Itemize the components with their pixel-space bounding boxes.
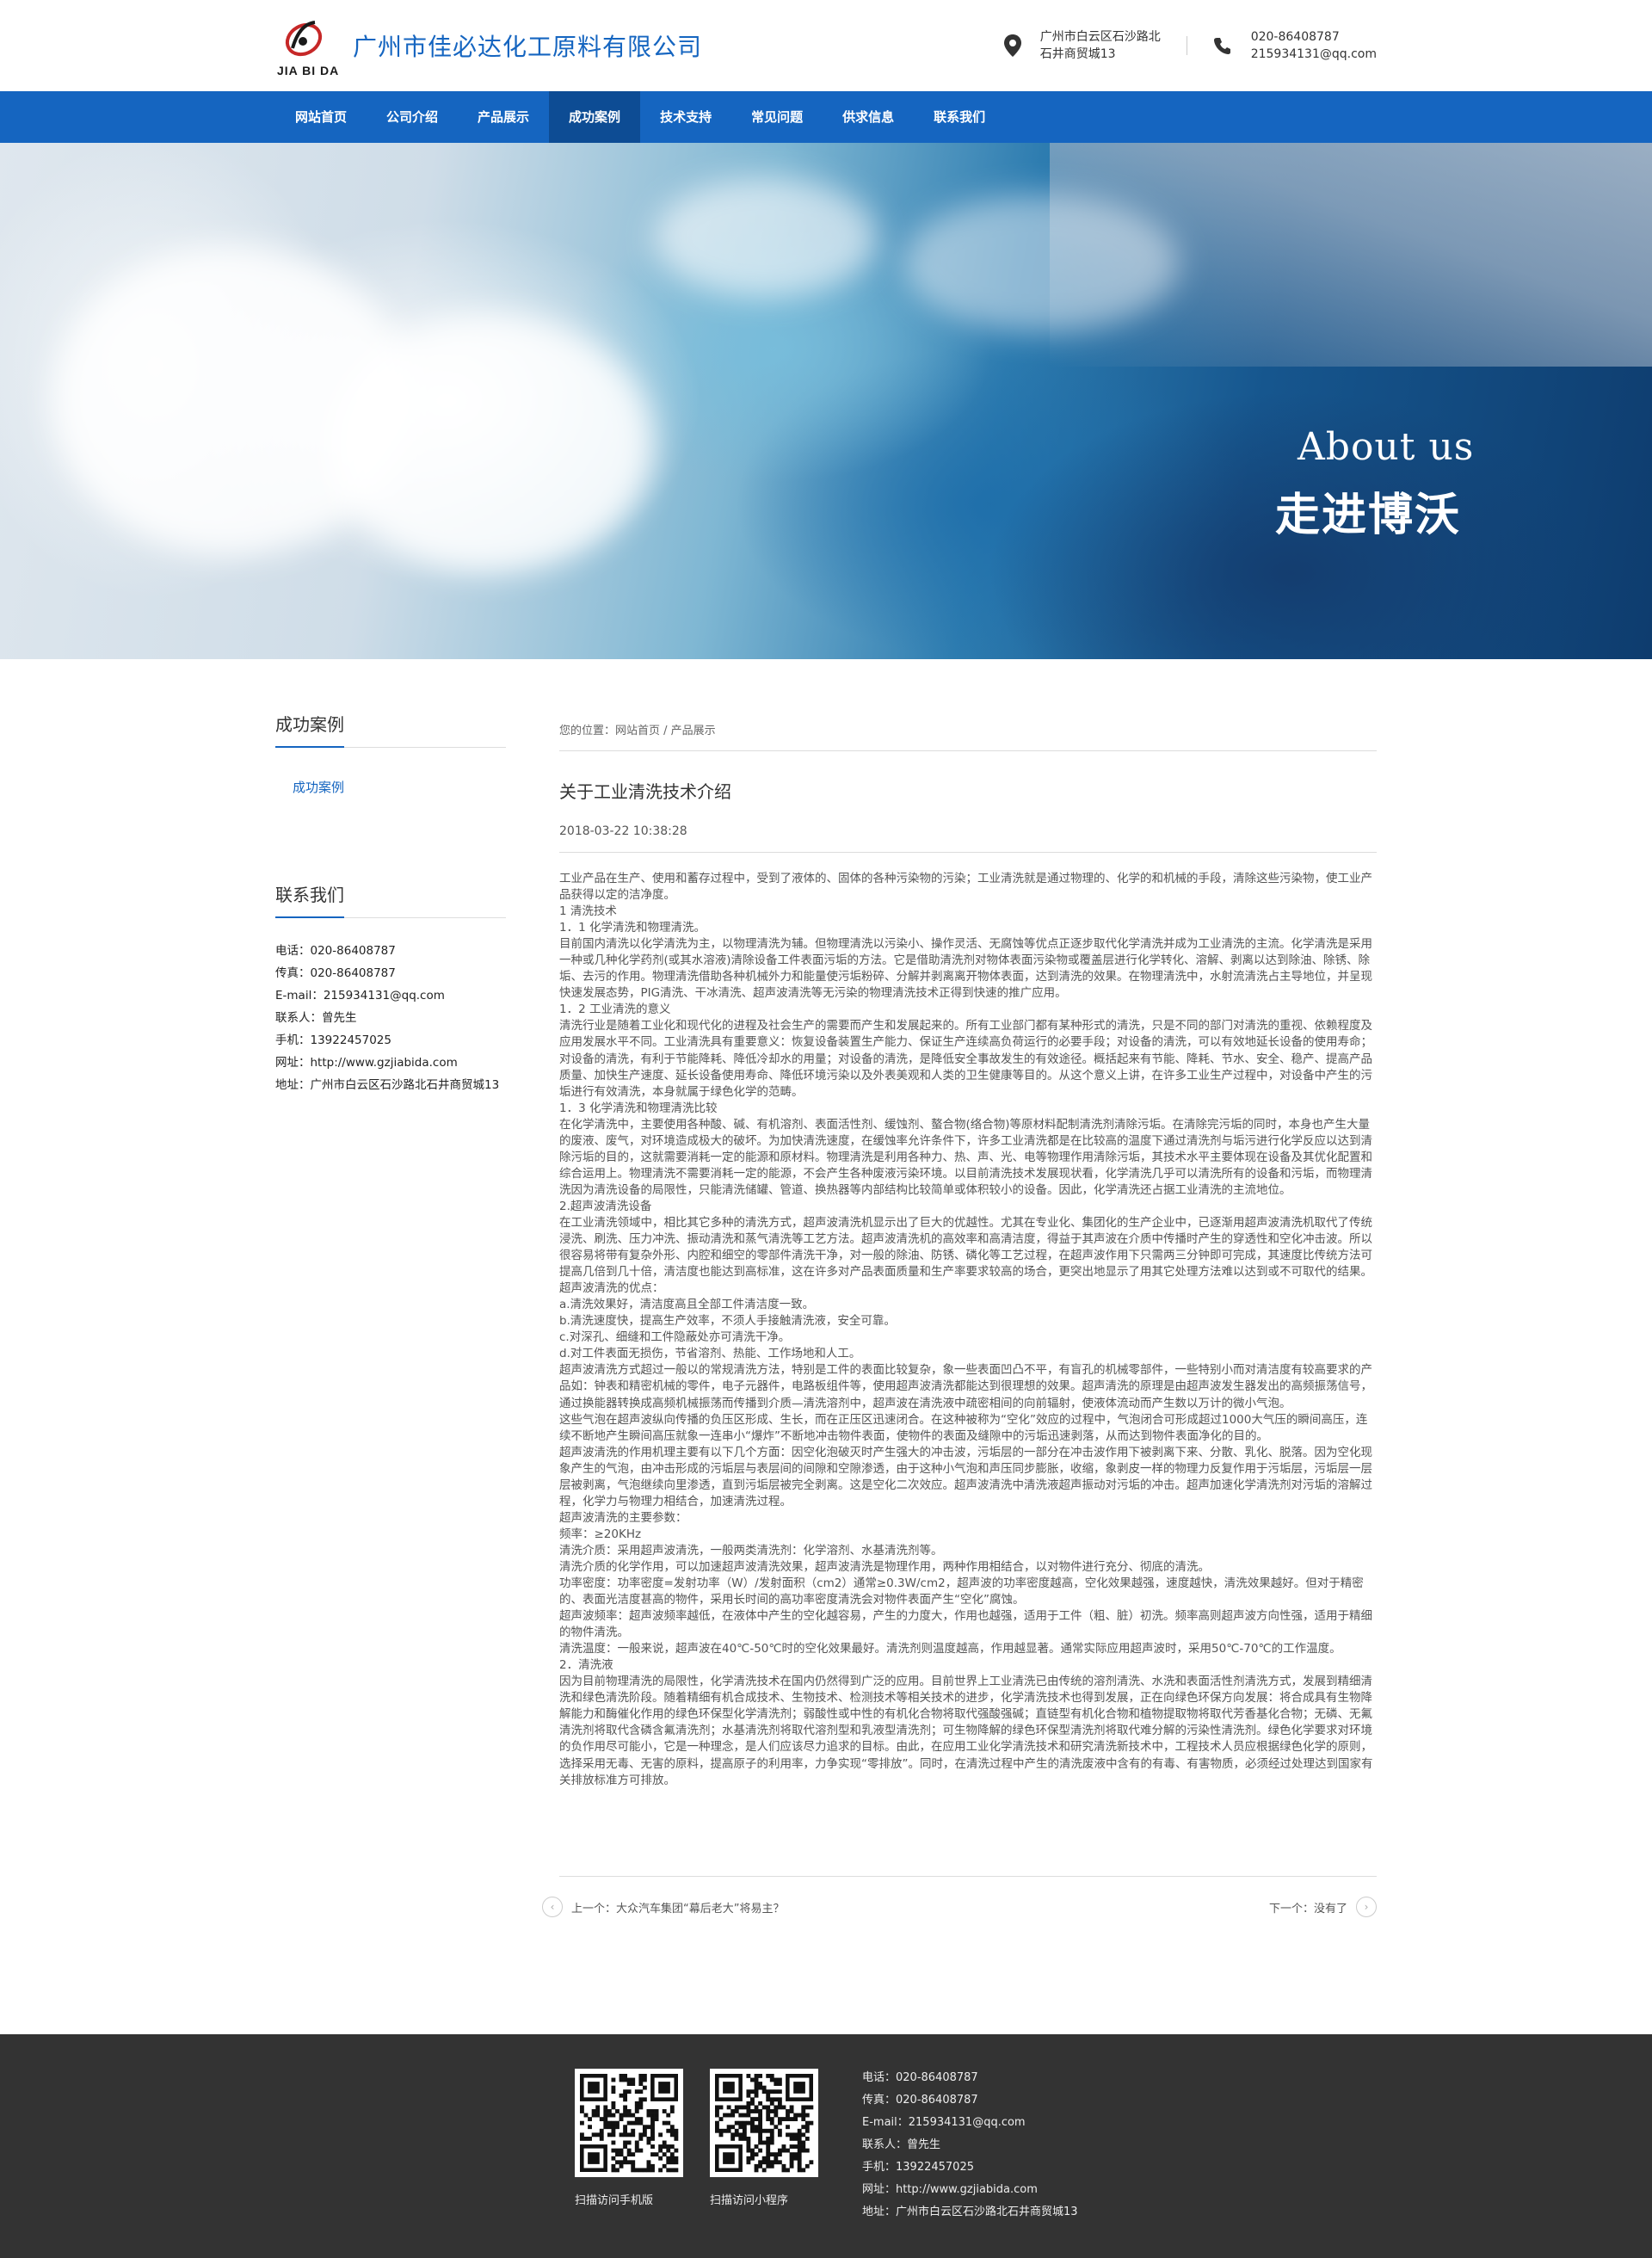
article-paragraph: 1 清洗技术 <box>559 904 617 919</box>
article-divider <box>559 852 1377 853</box>
nav-item-contact[interactable]: 联系我们 <box>914 91 1005 143</box>
address-line2: 石井商贸城13 <box>1039 47 1116 61</box>
nav-item-about[interactable]: 公司介绍 <box>367 91 458 143</box>
article-paragraph: 这些气泡在超声波纵向传播的负压区形成、生长，而在正压区迅速闭合。在这种被称为“空… <box>559 1412 1368 1443</box>
article-paragraph: 频率：≥20KHz <box>559 1527 642 1541</box>
footer-address: 地址：广州市白云区石沙路北石井商贸城13 <box>862 2206 1078 2218</box>
company-name: 广州市佳必达化工原料有限公司 <box>353 33 703 61</box>
sidebar-divider <box>275 746 506 748</box>
article-paragraph: 功率密度：功率密度=发射功率（W）/发射面积（cm2）通常≥0.3W/cm2，超… <box>559 1576 1364 1607</box>
header-email[interactable]: 215934131@qq.com <box>1251 46 1377 63</box>
qr-code-icon <box>575 2069 683 2177</box>
sidebar-item-cases[interactable]: 成功案例 <box>293 778 344 796</box>
chevron-left-icon: ‹ <box>542 1897 563 1917</box>
breadcrumb[interactable]: 您的位置：网站首页 / 产品展示 <box>559 721 716 737</box>
article-paragraph: 2．清洗液 <box>559 1658 613 1673</box>
company-logo[interactable]: JIA BI DA <box>275 7 353 84</box>
chevron-right-icon: › <box>1356 1897 1377 1917</box>
next-article-link[interactable]: 下一个：没有了 › <box>1269 1897 1377 1917</box>
article-paragraph: 超声波清洗的优点： <box>559 1281 664 1296</box>
contact-title: 联系我们 <box>275 885 344 905</box>
footer-email: E-mail：215934131@qq.com <box>862 2116 1026 2129</box>
banner-foam <box>903 194 1179 332</box>
next-article-label: 下一个：没有了 <box>1268 1902 1347 1916</box>
breadcrumb-divider <box>559 750 1377 751</box>
footer-contact: 电话：020-86408787 传真：020-86408787 E-mail：2… <box>862 2067 1078 2224</box>
contact-mobile: 手机：13922457025 <box>275 1033 391 1047</box>
footer-person: 联系人：曾先生 <box>862 2138 941 2151</box>
article-paragraph: 在工业清洗领域中，相比其它多种的清洗方式，超声波清洗机显示出了巨大的优越性。尤其… <box>559 1215 1372 1280</box>
article-paragraph: 超声波清洗的作用机理主要有以下几个方面：因空化泡破灭时产生强大的冲击波，污垢层的… <box>559 1445 1372 1508</box>
main-nav: 网站首页 公司介绍 产品展示 成功案例 技术支持 常见问题 供求信息 联系我们 <box>0 91 1652 143</box>
prev-article-label: 上一个：大众汽车集团“幕后老大”将易主？ <box>571 1902 785 1916</box>
article-paragraph: 清洗介质：采用超声波清洗，一般两类清洗剂：化学溶剂、水基清洗剂等。 <box>559 1543 943 1558</box>
article-paragraph: b.清洗速度快，提高生产效率，不须人手接触清洗液，安全可靠。 <box>559 1314 896 1329</box>
contact-email: E-mail：215934131@qq.com <box>275 989 445 1003</box>
header-address: 广州市白云区石沙路北 石井商贸城13 <box>1002 28 1161 63</box>
header-phone: 020-86408787 <box>1250 30 1340 44</box>
banner-title-cn: 走进博沃 <box>1275 490 1462 541</box>
article-paragraph: 在化学清洗中，主要使用各种酸、碱、有机溶剂、表面活性剂、缓蚀剂、螯合物(络合物)… <box>559 1117 1372 1197</box>
prev-article-link[interactable]: ‹ 上一个：大众汽车集团“幕后老大”将易主？ <box>542 1897 784 1917</box>
nav-item-supply[interactable]: 供求信息 <box>823 91 914 143</box>
header-contact: 020-86408787 215934131@qq.com <box>1213 28 1377 63</box>
article-paragraph: 1．3 化学清洗和物理清洗比较 <box>559 1101 718 1115</box>
article-title: 关于工业清洗技术介绍 <box>559 781 731 802</box>
sidebar-title: 成功案例 <box>275 714 344 735</box>
footer-website: 网址：http://www.gzjiabida.com <box>862 2183 1038 2196</box>
article-paragraph: 超声波清洗的主要参数： <box>559 1510 687 1525</box>
logo-mark-icon <box>285 21 323 57</box>
article-paragraph: 2.超声波清洗设备 <box>559 1199 652 1213</box>
qr2-caption: 扫描访问小程序 <box>710 2194 789 2207</box>
article-date: 2018-03-22 10:38:28 <box>559 824 687 838</box>
contact-list: 电话：020-86408787 传真：020-86408787 E-mail：2… <box>275 940 499 1096</box>
banner-foam <box>654 177 878 298</box>
nav-item-products[interactable]: 产品展示 <box>458 91 549 143</box>
article-paragraph: 超声波清洗方式超过一般以的常规清洗方法，特别是工件的表面比较复杂，象一些表面凹凸… <box>559 1363 1372 1410</box>
article-paragraph: 清洗介质的化学作用，可以加速超声波清洗效果，超声波清洗是物理作用，两种作用相结合… <box>559 1559 1210 1574</box>
phone-icon <box>1213 38 1230 54</box>
qr-code-icon <box>710 2069 818 2177</box>
contact-fax: 传真：020-86408787 <box>275 966 396 980</box>
logo-text: JIA BI DA <box>277 64 340 77</box>
article-body: 工业产品在生产、使用和蓄存过程中，受到了液体的、固体的各种污染物的污染；工业清洗… <box>559 871 1373 1789</box>
hero-banner: About us 走进博沃 <box>0 143 1652 659</box>
contact-divider <box>275 916 506 918</box>
nav-item-cases[interactable]: 成功案例 <box>549 91 641 143</box>
banner-title-en: About us <box>1298 425 1475 469</box>
pagination-divider <box>559 1876 1377 1877</box>
contact-person: 联系人：曾先生 <box>275 1011 357 1025</box>
article-paragraph: 1．1 化学清洗和物理清洗。 <box>559 921 706 935</box>
article-paragraph: 1．2 工业清洗的意义 <box>559 1003 671 1017</box>
article-paragraph: 清洗温度：一般来说，超声波在40℃-50℃时的空化效果最好。清洗剂则温度越高，作… <box>559 1642 1341 1656</box>
contact-phone: 电话：020-86408787 <box>275 944 396 958</box>
address-line1: 广州市白云区石沙路北 <box>1039 30 1161 44</box>
article-paragraph: 目前国内清洗以化学清洗为主，以物理清洗为辅。但物理清洗以污染小、操作灵活、无腐蚀… <box>559 937 1372 1001</box>
nav-item-tech-support[interactable]: 技术支持 <box>640 91 731 143</box>
main-content: 成功案例 成功案例 联系我们 电话：020-86408787 传真：020-86… <box>0 659 1652 2034</box>
nav-item-home[interactable]: 网站首页 <box>275 91 367 143</box>
footer-fax: 传真：020-86408787 <box>862 2094 978 2107</box>
article-paragraph: 超声波频率：超声波频率越低，在液体中产生的空化越容易，产生的力度大，作用也越强，… <box>559 1609 1372 1640</box>
site-footer: 扫描访问手机版 扫描访问小程序 电话：020-86408787 传真：020-8… <box>0 2034 1652 2258</box>
article-paragraph: 工业产品在生产、使用和蓄存过程中，受到了液体的、固体的各种污染物的污染；工业清洗… <box>559 872 1372 903</box>
article-paragraph: c.对深孔、细缝和工件隐蔽处亦可清洗干净。 <box>559 1330 791 1345</box>
article-paragraph: 清洗行业是随着工业化和现代化的进程及社会生产的需要而产生和发展起来的。所有工业部… <box>559 1019 1372 1099</box>
contact-website: 网址：http://www.gzjiabida.com <box>275 1056 458 1070</box>
footer-mobile: 手机：13922457025 <box>862 2161 974 2174</box>
location-pin-icon <box>1003 34 1021 57</box>
nav-item-faq[interactable]: 常见问题 <box>731 91 823 143</box>
qr1-caption: 扫描访问手机版 <box>575 2194 654 2207</box>
banner-foam <box>327 315 654 573</box>
article-paragraph: a.清洗效果好，清洁度高且全部工件清洁度一致。 <box>559 1298 815 1312</box>
footer-phone: 电话：020-86408787 <box>862 2071 978 2084</box>
article-paragraph: 因为目前物理清洗的局限性，化学清洗技术在国内仍然得到广泛的应用。目前世界上工业清… <box>559 1675 1373 1787</box>
contact-address: 地址：广州市白云区石沙路北石井商贸城13 <box>275 1078 500 1092</box>
article-paragraph: d.对工件表面无损伤，节省溶剂、热能、工作场地和人工。 <box>559 1347 861 1361</box>
site-header: JIA BI DA 广州市佳必达化工原料有限公司 广州市白云区石沙路北 石井商贸… <box>0 0 1652 91</box>
